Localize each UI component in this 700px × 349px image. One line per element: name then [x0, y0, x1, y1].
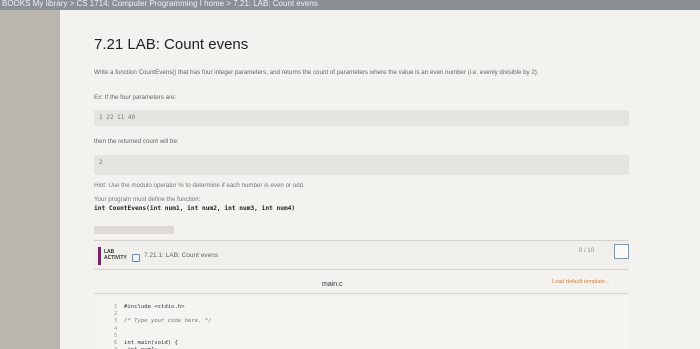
- feedback-link[interactable]: [94, 226, 174, 234]
- code-text: int main(void) {: [124, 340, 178, 347]
- lab-activity-bar: LAB ACTIVITY 7.21.1: LAB: Count evens 0 …: [94, 240, 629, 270]
- score-text: 0 / 10: [579, 248, 595, 254]
- hint-text: Hint: Use the modulo operator % to deter…: [94, 182, 305, 189]
- code-line[interactable]: 2: [114, 311, 212, 318]
- code-line[interactable]: 4: [114, 326, 212, 333]
- file-name: main.c: [322, 281, 343, 288]
- example-intro: Ex: If the four parameters are:: [94, 94, 177, 101]
- browser-breadcrumb-bar: BOOKS My library > CS 1714: Computer Pro…: [0, 0, 700, 10]
- edit-icon: [132, 254, 140, 262]
- line-number: 6: [114, 340, 118, 347]
- line-number: 2: [114, 311, 118, 318]
- page-title: 7.21 LAB: Count evens: [94, 36, 249, 53]
- example-output-box: 2: [94, 155, 629, 175]
- code-line[interactable]: 6 int main(void) {: [114, 340, 212, 347]
- line-number: 1: [114, 304, 118, 310]
- line-number: 3: [114, 318, 118, 325]
- code-line[interactable]: 1 #include <stdio.h>: [114, 304, 212, 311]
- breadcrumb[interactable]: BOOKS My library > CS 1714: Computer Pro…: [2, 0, 318, 8]
- lab-description: Write a function CountEvens() that has f…: [94, 69, 539, 76]
- code-lines: 1 #include <stdio.h> 2 3 /* Type your code h…: [114, 304, 212, 349]
- code-text: /* Type your code here. */: [124, 318, 212, 325]
- editor-header: main.c Load default template...: [94, 272, 629, 294]
- load-template-link[interactable]: Load default template...: [552, 279, 609, 285]
- code-line[interactable]: 5: [114, 333, 212, 340]
- lab-activity-badge: LAB ACTIVITY: [98, 247, 130, 265]
- line-number: 5: [114, 332, 118, 339]
- activity-label: 7.21.1: LAB: Count evens: [144, 252, 219, 259]
- must-define-text: Your program must define the function:: [94, 196, 201, 203]
- line-number: 4: [114, 325, 118, 332]
- lab-page: 7.21 LAB: Count evens Write a function C…: [60, 10, 700, 349]
- code-text: #include <stdio.h>: [124, 304, 185, 310]
- function-signature: int CountEvens(int num1, int num2, int n…: [94, 205, 296, 212]
- code-line[interactable]: 3 /* Type your code here. */: [114, 318, 212, 325]
- example-output-intro: then the returned count will be:: [94, 138, 179, 145]
- code-editor[interactable]: 1 #include <stdio.h> 2 3 /* Type your code h…: [94, 296, 629, 349]
- completion-checkbox: [614, 244, 629, 259]
- example-input-box: 1 22 11 40: [94, 110, 629, 126]
